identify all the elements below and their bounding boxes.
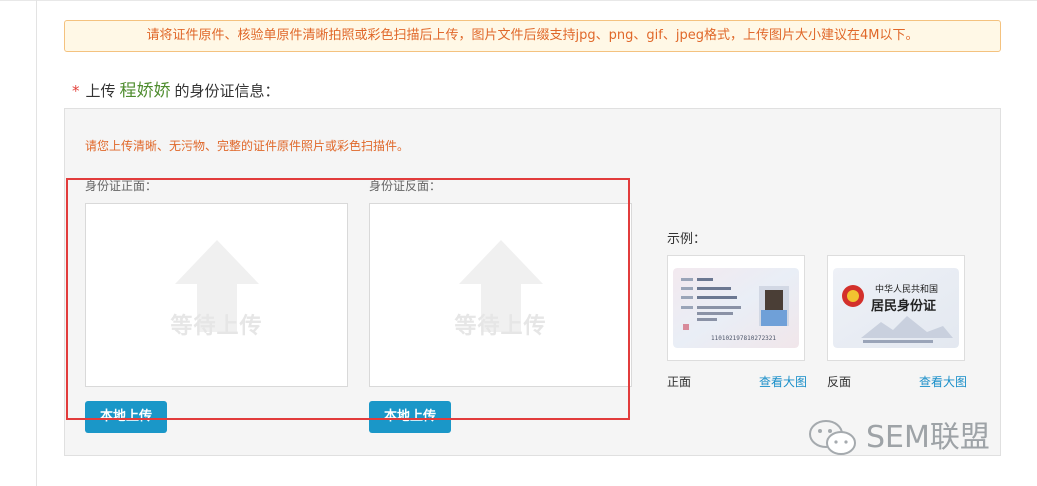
- front-local-upload-button[interactable]: 本地上传: [85, 401, 167, 433]
- upload-section-title: * 上传 程娇娇 的身份证信息：: [72, 76, 280, 101]
- sample-front-caption: 正面: [667, 375, 692, 389]
- panel-instruction: 请您上传清晰、无污物、完整的证件原件照片或彩色扫描件。: [85, 139, 410, 153]
- sample-id-front-image: 110102197810272321: [673, 268, 799, 348]
- card-line1: 中华人民共和国: [875, 283, 938, 295]
- upload-notice-banner: 请将证件原件、核验单原件清晰拍照或彩色扫描后上传，图片文件后缀支持jpg、png…: [64, 20, 1001, 52]
- view-large-front-link[interactable]: 查看大图: [759, 373, 807, 390]
- back-placeholder: 等待上传: [454, 314, 547, 339]
- back-upload-dropzone[interactable]: 等待上传: [369, 203, 632, 387]
- person-name: 程娇娇: [119, 81, 171, 101]
- wechat-icon: [809, 420, 856, 455]
- id-card-back-icon: 中华人民共和国 居民身份证: [833, 268, 959, 348]
- example-label: 示例：: [667, 232, 707, 247]
- watermark-text: SEM联盟: [866, 420, 990, 455]
- sample-back-caption: 反面: [827, 375, 852, 389]
- sample-id-back-image: 中华人民共和国 居民身份证: [833, 268, 959, 348]
- title-prefix: 上传: [85, 82, 116, 100]
- upload-arrow-icon: [175, 240, 259, 332]
- view-large-back-link[interactable]: 查看大图: [919, 373, 967, 390]
- id-card-front-icon: 110102197810272321: [673, 268, 799, 348]
- front-upload-dropzone[interactable]: 等待上传: [85, 203, 348, 387]
- card-line2: 居民身份证: [871, 298, 936, 314]
- page-top-border: [0, 0, 1037, 1]
- front-label: 身份证正面：: [85, 179, 158, 193]
- back-local-upload-button[interactable]: 本地上传: [369, 401, 451, 433]
- back-label: 身份证反面：: [369, 179, 442, 193]
- required-mark: *: [72, 82, 80, 100]
- card-number: 110102197810272321: [711, 335, 776, 342]
- front-placeholder: 等待上传: [170, 314, 263, 339]
- sample-id-front[interactable]: 110102197810272321: [667, 255, 805, 361]
- title-suffix: 的身份证信息：: [174, 82, 280, 100]
- upload-arrow-icon: [459, 240, 543, 332]
- page-left-border: [36, 0, 37, 486]
- sample-id-back[interactable]: 中华人民共和国 居民身份证: [827, 255, 965, 361]
